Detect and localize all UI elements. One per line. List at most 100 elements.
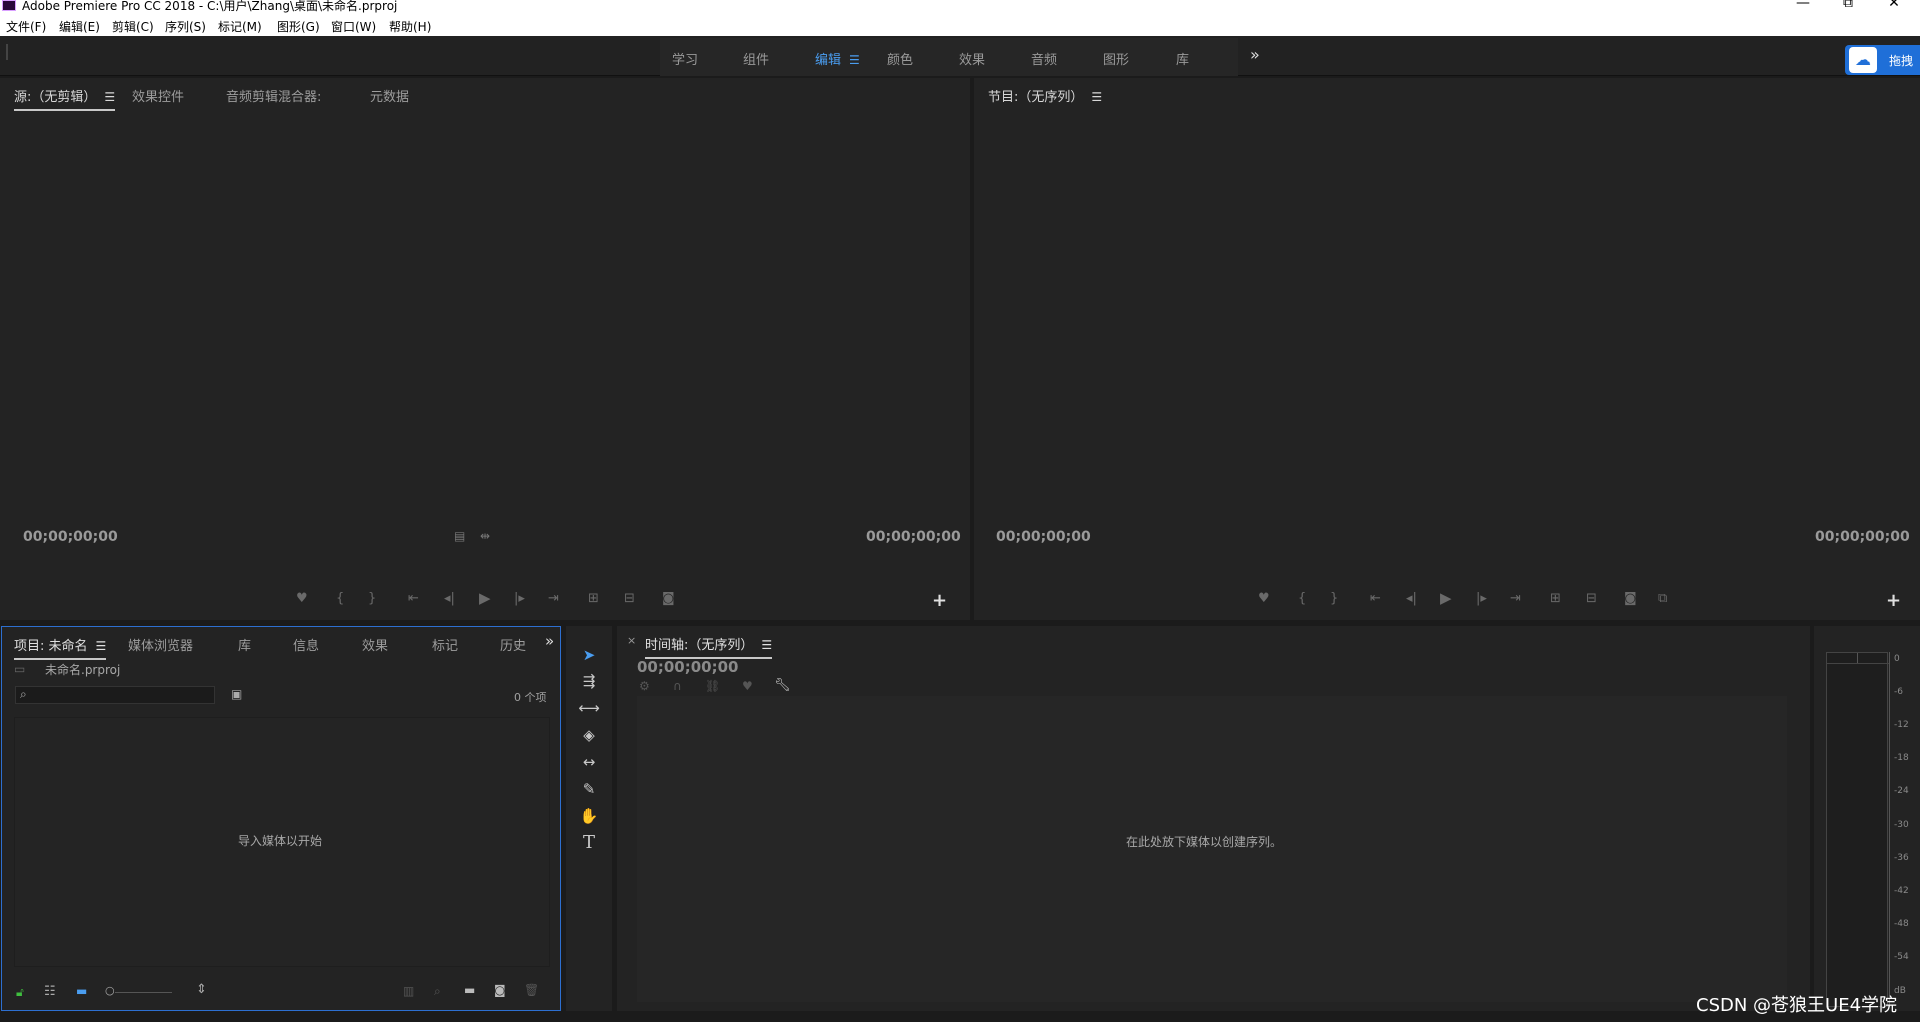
add-marker-icon[interactable]: ♥ xyxy=(1258,591,1270,606)
timeline-track-area[interactable]: 在此处放下媒体以创建序列。 xyxy=(637,696,1787,1002)
resolution-icon[interactable]: ⇹ xyxy=(480,529,490,543)
menu-window[interactable]: 窗口(W) xyxy=(331,18,376,35)
lift-icon[interactable]: ⊞ xyxy=(1550,591,1561,606)
zoom-slider-handle[interactable]: ○ xyxy=(105,984,115,997)
extract-icon[interactable]: ⊟ xyxy=(1586,591,1597,606)
workspace-effects[interactable]: 效果 xyxy=(959,49,985,68)
workspace-audio[interactable]: 音频 xyxy=(1031,49,1057,68)
step-forward-icon[interactable]: |▸ xyxy=(1476,591,1487,606)
tab-effect-controls[interactable]: 效果控件 xyxy=(132,86,184,105)
menu-sequence[interactable]: 序列(S) xyxy=(165,18,206,35)
workspace-libraries[interactable]: 库 xyxy=(1176,49,1189,68)
panel-menu-icon[interactable]: ☰ xyxy=(104,90,115,104)
new-bin-folder-icon[interactable]: ▬ xyxy=(464,983,475,997)
zoom-slider-track[interactable] xyxy=(115,992,172,993)
menu-file[interactable]: 文件(F) xyxy=(6,18,46,35)
maximize-button[interactable]: ⧉ xyxy=(1838,0,1858,10)
go-to-in-icon[interactable]: ⇤ xyxy=(1370,591,1381,606)
new-item-icon[interactable]: ◙ xyxy=(494,983,506,997)
workspace-graphics[interactable]: 图形 xyxy=(1103,49,1129,68)
ripple-edit-tool-icon[interactable]: ⟷ xyxy=(578,697,600,719)
go-to-out-icon[interactable]: ⇥ xyxy=(548,591,559,606)
mark-in-icon[interactable]: { xyxy=(336,591,344,606)
automate-to-sequence-icon[interactable]: ▥ xyxy=(403,984,414,998)
close-panel-icon[interactable]: × xyxy=(627,634,636,647)
overwrite-icon[interactable]: ⊟ xyxy=(624,591,635,606)
go-to-out-icon[interactable]: ⇥ xyxy=(1510,591,1521,606)
menu-marker[interactable]: 标记(M) xyxy=(218,18,262,35)
tab-effects[interactable]: 效果 xyxy=(362,635,388,654)
timeline-settings-wrench-icon[interactable]: 🔧︎ xyxy=(774,678,791,693)
panel-menu-icon[interactable]: ☰ xyxy=(1091,90,1102,104)
type-tool-icon[interactable]: T xyxy=(578,832,600,854)
panel-menu-icon[interactable]: ☰ xyxy=(761,638,772,652)
tab-markers[interactable]: 标记 xyxy=(432,635,458,654)
workspace-learn[interactable]: 学习 xyxy=(672,49,698,68)
program-playhead-timecode[interactable]: 00;00;00;00 xyxy=(996,529,1091,545)
snap-magnet-icon[interactable]: ∩ xyxy=(673,679,682,693)
menu-graphics[interactable]: 图形(G) xyxy=(277,18,320,35)
add-marker-icon[interactable]: ♥ xyxy=(742,679,753,693)
minimize-button[interactable]: — xyxy=(1793,0,1813,10)
go-to-in-icon[interactable]: ⇤ xyxy=(408,591,419,606)
slip-tool-icon[interactable]: ↔ xyxy=(578,751,600,773)
tab-timeline[interactable]: 时间轴:（无序列） ☰ xyxy=(645,634,773,659)
mark-in-icon[interactable]: { xyxy=(1298,591,1306,606)
fit-dropdown-icon[interactable]: ▤ xyxy=(454,529,465,543)
workspace-menu-icon[interactable]: ☰ xyxy=(849,53,860,67)
button-editor-add-button[interactable]: + xyxy=(932,590,947,611)
tab-source[interactable]: 源:（无剪辑） ☰ xyxy=(14,86,116,111)
pen-tool-icon[interactable]: ✎ xyxy=(578,778,600,800)
new-search-bin-icon[interactable]: ▣ xyxy=(231,687,242,701)
project-search-input[interactable]: ⌕ xyxy=(15,686,215,704)
tab-program[interactable]: 节目:（无序列） ☰ xyxy=(988,86,1102,105)
linked-selection-icon[interactable]: ⛓︎ xyxy=(705,679,720,693)
step-back-icon[interactable]: ◂| xyxy=(444,591,455,606)
insert-icon[interactable]: ⊞ xyxy=(588,591,599,606)
close-window-button[interactable]: ✕ xyxy=(1884,0,1904,10)
razor-tool-icon[interactable]: ◈ xyxy=(578,724,600,746)
find-icon[interactable]: ⌕ xyxy=(434,984,441,999)
selection-tool-icon[interactable]: ➤ xyxy=(578,644,600,666)
workspace-editing[interactable]: 编辑 ☰ xyxy=(815,49,860,68)
icon-view-icon[interactable]: ▬ xyxy=(76,984,87,998)
list-view-icon[interactable]: ☷ xyxy=(44,984,56,999)
play-icon[interactable]: ▶ xyxy=(1440,589,1452,607)
add-marker-icon[interactable]: ♥ xyxy=(296,591,308,606)
tab-media-browser[interactable]: 媒体浏览器 xyxy=(128,635,193,654)
button-editor-add-button[interactable]: + xyxy=(1886,590,1901,611)
workspace-color[interactable]: 颜色 xyxy=(887,49,913,68)
tab-metadata[interactable]: 元数据 xyxy=(370,86,409,105)
mark-out-icon[interactable]: } xyxy=(1330,591,1338,606)
tab-info[interactable]: 信息 xyxy=(293,635,319,654)
comparison-view-icon[interactable]: ⧉ xyxy=(1658,591,1667,606)
tab-audio-clip-mixer[interactable]: 音频剪辑混合器: xyxy=(226,86,321,105)
menu-clip[interactable]: 剪辑(C) xyxy=(112,18,154,35)
workspace-assembly[interactable]: 组件 xyxy=(743,49,769,68)
timeline-timecode[interactable]: 00;00;00;00 xyxy=(637,658,739,676)
source-playhead-timecode[interactable]: 00;00;00;00 xyxy=(23,529,118,545)
tab-history[interactable]: 历史 xyxy=(500,635,526,654)
sort-icon[interactable]: ⇕ xyxy=(196,982,207,997)
hand-tool-icon[interactable]: ✋ xyxy=(578,805,600,827)
step-forward-icon[interactable]: |▸ xyxy=(514,591,525,606)
panel-overflow-button[interactable]: » xyxy=(545,632,554,650)
nest-icon[interactable]: ⚙ xyxy=(639,679,650,693)
tab-project[interactable]: 项目: 未命名 ☰ xyxy=(14,635,107,660)
trash-icon[interactable]: 🗑︎ xyxy=(524,983,539,997)
lock-icon[interactable]: 🔓︎ xyxy=(16,985,24,1000)
project-items-area[interactable]: 导入媒体以开始 xyxy=(14,717,550,967)
menu-edit[interactable]: 编辑(E) xyxy=(59,18,100,35)
export-frame-camera-icon[interactable]: ◙ xyxy=(1624,591,1637,606)
menu-help[interactable]: 帮助(H) xyxy=(389,18,431,35)
workspace-more-button[interactable]: » xyxy=(1250,45,1260,64)
panel-menu-icon[interactable]: ☰ xyxy=(96,639,107,653)
tab-libraries[interactable]: 库 xyxy=(238,635,251,654)
play-icon[interactable]: ▶ xyxy=(479,589,491,607)
grip-handle[interactable] xyxy=(6,44,8,60)
export-frame-camera-icon[interactable]: ◙ xyxy=(662,591,675,606)
mark-out-icon[interactable]: } xyxy=(368,591,376,606)
track-select-tool-icon[interactable]: ⇶ xyxy=(578,670,600,692)
step-back-icon[interactable]: ◂| xyxy=(1406,591,1417,606)
baidu-netdisk-widget[interactable]: ☁ 拖拽 xyxy=(1845,45,1920,75)
